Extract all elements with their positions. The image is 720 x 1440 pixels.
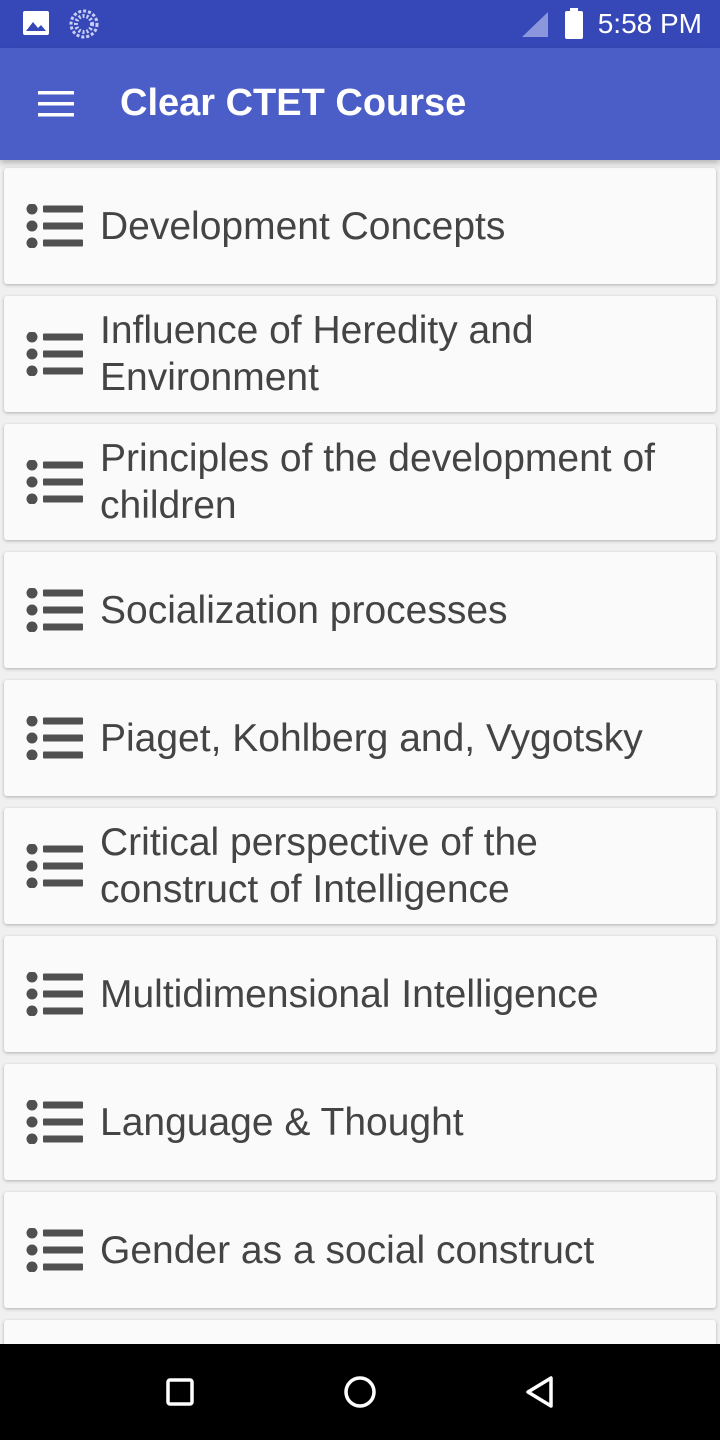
topic-label: Influence of Heredity and Environment xyxy=(100,309,534,399)
home-circle-icon[interactable] xyxy=(336,1368,384,1416)
topic-label xyxy=(100,1320,696,1344)
battery-icon xyxy=(564,8,584,45)
list-icon xyxy=(26,843,84,889)
status-bar: 5:58 PM xyxy=(0,0,720,48)
topic-card[interactable]: Language & Thought xyxy=(4,1064,716,1180)
list-icon xyxy=(26,587,84,633)
list-icon xyxy=(26,331,84,377)
list-icon xyxy=(26,971,84,1017)
recents-square-icon[interactable] xyxy=(156,1368,204,1416)
topic-card[interactable]: Socialization processes xyxy=(4,552,716,668)
topic-label: Socialization processes xyxy=(100,588,508,632)
topic-card[interactable]: Critical perspective of the construct of… xyxy=(4,808,716,924)
image-icon xyxy=(22,10,50,41)
topic-label: Language & Thought xyxy=(100,1100,464,1144)
topic-label: Critical perspective of the construct of… xyxy=(100,821,538,911)
list-icon xyxy=(26,203,84,249)
topic-card[interactable]: Multidimensional Intelligence xyxy=(4,936,716,1052)
topic-list[interactable]: Development Concepts Influence of Heredi… xyxy=(0,160,720,1344)
topic-card[interactable]: Principles of the development of childre… xyxy=(4,424,716,540)
signal-icon xyxy=(520,10,550,43)
navigation-bar xyxy=(0,1344,720,1440)
list-icon xyxy=(26,1227,84,1273)
status-time: 5:58 PM xyxy=(597,8,702,39)
topic-label: Development Concepts xyxy=(100,204,506,248)
topic-card[interactable]: Gender as a social construct xyxy=(4,1192,716,1308)
list-icon xyxy=(26,715,84,761)
list-icon xyxy=(26,459,84,505)
topic-card[interactable]: Piaget, Kohlberg and, Vygotsky xyxy=(4,680,716,796)
app-bar: Clear CTET Course xyxy=(0,48,720,160)
topic-label: Piaget, Kohlberg and, Vygotsky xyxy=(100,716,643,760)
loading-icon xyxy=(68,8,100,45)
topic-card[interactable]: Influence of Heredity and Environment xyxy=(4,296,716,412)
list-icon xyxy=(26,1099,84,1145)
hamburger-menu-icon[interactable] xyxy=(24,74,88,134)
topic-card[interactable]: Development Concepts xyxy=(4,168,716,284)
topic-label: Principles of the development of childre… xyxy=(100,437,655,527)
topic-label: Multidimensional Intelligence xyxy=(100,972,599,1016)
topic-card[interactable] xyxy=(4,1320,716,1344)
back-triangle-icon[interactable] xyxy=(516,1368,564,1416)
page-title: Clear CTET Course xyxy=(120,82,467,124)
topic-label: Gender as a social construct xyxy=(100,1228,595,1272)
